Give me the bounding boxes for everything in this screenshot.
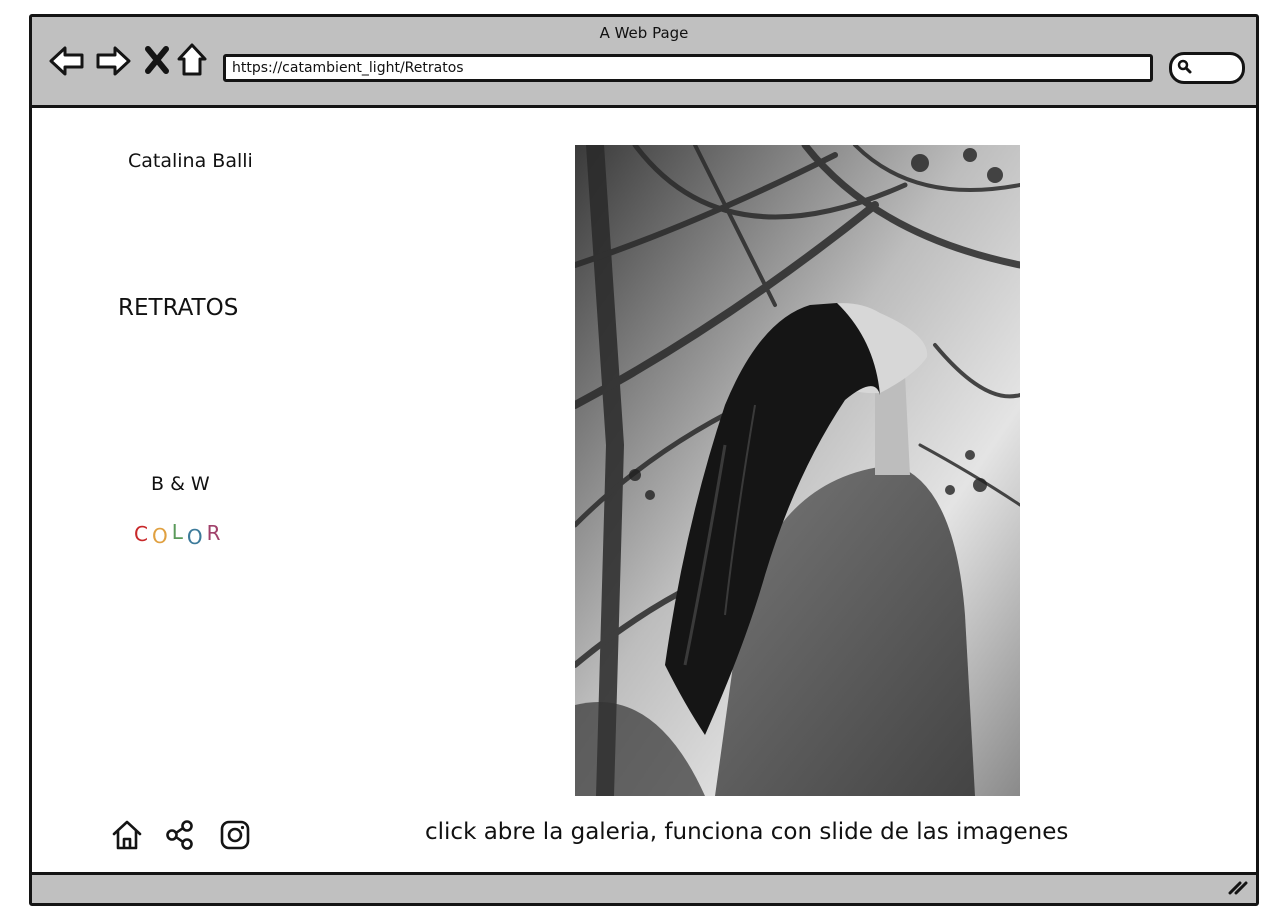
- stop-icon[interactable]: [144, 45, 170, 79]
- color-letter: O: [151, 524, 172, 548]
- home-icon[interactable]: [176, 42, 208, 82]
- url-input[interactable]: [226, 57, 1162, 79]
- portrait-image[interactable]: [575, 145, 1020, 796]
- gallery-photo[interactable]: [575, 145, 1020, 796]
- section-title[interactable]: RETRATOS: [118, 295, 238, 321]
- share-icon[interactable]: [163, 818, 197, 856]
- url-bar[interactable]: [223, 54, 1162, 82]
- browser-titlebar: A Web Page: [32, 17, 1256, 108]
- search-box[interactable]: [1169, 52, 1245, 84]
- window-title: A Web Page: [599, 24, 689, 42]
- resize-handle-icon[interactable]: [1228, 879, 1248, 899]
- color-letter: L: [171, 520, 187, 544]
- filter-color-link[interactable]: COLOR: [134, 520, 225, 549]
- color-letter: R: [206, 521, 225, 545]
- color-letter: O: [186, 525, 207, 549]
- site-brand[interactable]: Catalina Balli: [128, 150, 253, 172]
- search-icon: [1177, 59, 1193, 79]
- browser-window: A Web Page Catalina Balli RETRATOS B & W…: [29, 14, 1259, 906]
- home-icon[interactable]: [110, 818, 144, 856]
- back-arrow-icon[interactable]: [48, 43, 86, 83]
- gallery-note: click abre la galeria, funciona con slid…: [425, 819, 1069, 845]
- forward-arrow-icon[interactable]: [94, 43, 132, 83]
- instagram-icon[interactable]: [218, 818, 252, 856]
- browser-statusbar: [32, 872, 1256, 903]
- color-letter: C: [134, 522, 152, 546]
- filter-bw-link[interactable]: B & W: [151, 473, 210, 495]
